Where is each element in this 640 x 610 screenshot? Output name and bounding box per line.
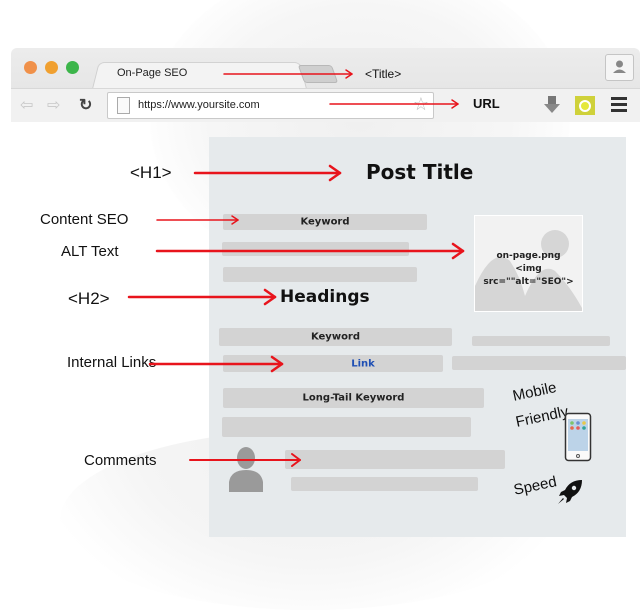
alt-text-arrow [155, 242, 465, 260]
comments-arrow [189, 453, 301, 467]
content-seo-arrow [156, 215, 239, 225]
title-arrow [223, 69, 353, 79]
annotation-arrows [127, 69, 465, 467]
internal-links-arrow [148, 355, 284, 373]
h1-arrow [193, 164, 342, 182]
h2-arrow [127, 288, 277, 306]
url-arrow [329, 99, 459, 109]
